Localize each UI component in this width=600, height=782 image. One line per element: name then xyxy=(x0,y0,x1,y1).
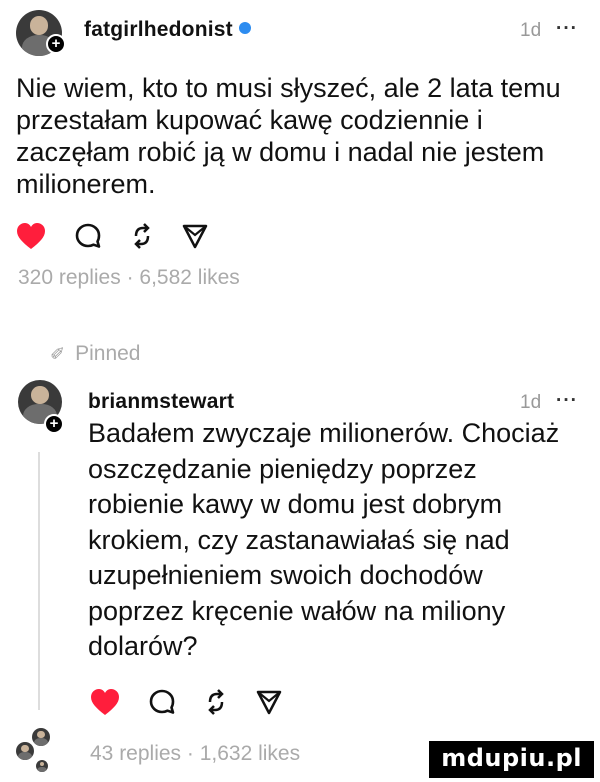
plus-icon[interactable]: + xyxy=(46,34,66,54)
more-options-button[interactable]: ··· xyxy=(556,390,578,412)
replier-avatar[interactable] xyxy=(16,742,34,760)
post-username[interactable]: fatgirlhedonist xyxy=(84,18,251,42)
send-icon[interactable] xyxy=(256,688,282,716)
heart-icon[interactable] xyxy=(90,688,120,716)
more-options-button[interactable]: ··· xyxy=(556,18,578,40)
post-actions xyxy=(16,222,208,250)
pinned-label: ✐ Pinned xyxy=(50,342,140,366)
username-text[interactable]: fatgirlhedonist xyxy=(84,18,233,41)
send-icon[interactable] xyxy=(182,222,208,250)
heart-icon[interactable] xyxy=(16,222,46,250)
pin-icon: ✐ xyxy=(50,344,66,364)
watermark: mdupiu.pl xyxy=(429,741,594,778)
plus-icon[interactable]: + xyxy=(44,414,64,434)
reply-actions xyxy=(90,688,282,716)
replier-avatar[interactable] xyxy=(36,760,48,772)
repost-icon[interactable] xyxy=(130,222,154,250)
post-time: 1d xyxy=(520,20,542,41)
comment-icon[interactable] xyxy=(148,688,176,716)
pinned-text: Pinned xyxy=(75,342,141,365)
verified-icon xyxy=(238,22,251,35)
replier-avatar[interactable] xyxy=(32,728,50,746)
reply-stats[interactable]: 43 replies · 1,632 likes xyxy=(90,742,300,766)
comment-icon[interactable] xyxy=(74,222,102,250)
post-text: Nie wiem, kto to musi słyszeć, ale 2 lat… xyxy=(16,73,561,199)
reply-time: 1d xyxy=(520,392,542,413)
thread-line xyxy=(38,452,40,710)
reply-text: Badałem zwyczaje milionerów. Chociaż osz… xyxy=(88,418,560,661)
repost-icon[interactable] xyxy=(204,688,228,716)
reply-username[interactable]: brianmstewart xyxy=(88,390,234,414)
post-stats[interactable]: 320 replies · 6,582 likes xyxy=(18,266,240,290)
